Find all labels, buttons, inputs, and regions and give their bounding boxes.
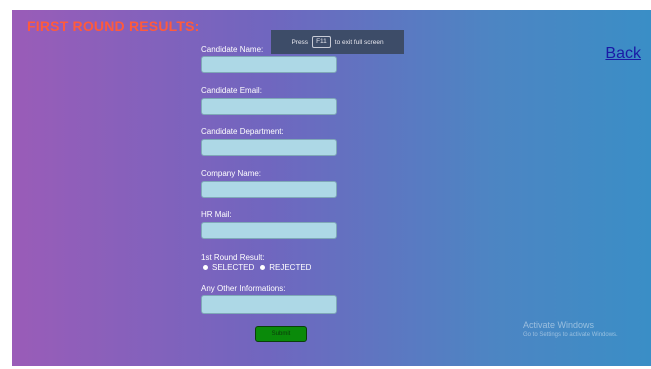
app-screen: FIRST ROUND RESULTS: Back Press F11 to e… (12, 10, 651, 366)
candidate-name-label: Candidate Name: (201, 45, 264, 54)
activate-windows-watermark: Activate Windows Go to Settings to activ… (523, 320, 618, 338)
candidate-department-input[interactable] (201, 139, 337, 156)
other-info-input[interactable] (201, 295, 337, 314)
selected-radio-label: SELECTED (212, 263, 255, 272)
toast-suffix: to exit full screen (334, 38, 384, 46)
company-name-input[interactable] (201, 181, 337, 198)
submit-button[interactable]: Submit (255, 326, 307, 342)
fullscreen-toast: Press F11 to exit full screen (271, 30, 404, 54)
page-title: FIRST ROUND RESULTS: (27, 18, 200, 34)
watermark-subtitle: Go to Settings to activate Windows. (523, 332, 618, 338)
round-result-label: 1st Round Result: (201, 253, 265, 262)
selected-radio-option[interactable]: SELECTED (203, 263, 254, 272)
f11-key-badge: F11 (312, 35, 331, 49)
candidate-email-label: Candidate Email: (201, 86, 262, 95)
round-result-radio-group: SELECTED REJECTED (203, 263, 317, 272)
candidate-name-input[interactable] (201, 56, 337, 73)
rejected-radio-option[interactable]: REJECTED (260, 263, 311, 272)
rejected-radio-label: REJECTED (269, 263, 312, 272)
hr-mail-input[interactable] (201, 222, 337, 239)
company-name-label: Company Name: (201, 169, 262, 178)
toast-prefix: Press (291, 38, 309, 46)
candidate-email-input[interactable] (201, 98, 337, 115)
selected-radio-button[interactable] (203, 265, 208, 270)
watermark-title: Activate Windows (523, 320, 595, 330)
back-link[interactable]: Back (605, 45, 641, 63)
other-info-label: Any Other Informations: (201, 284, 286, 293)
candidate-department-label: Candidate Department: (201, 127, 284, 136)
hr-mail-label: HR Mail: (201, 210, 232, 219)
rejected-radio-button[interactable] (260, 265, 266, 270)
